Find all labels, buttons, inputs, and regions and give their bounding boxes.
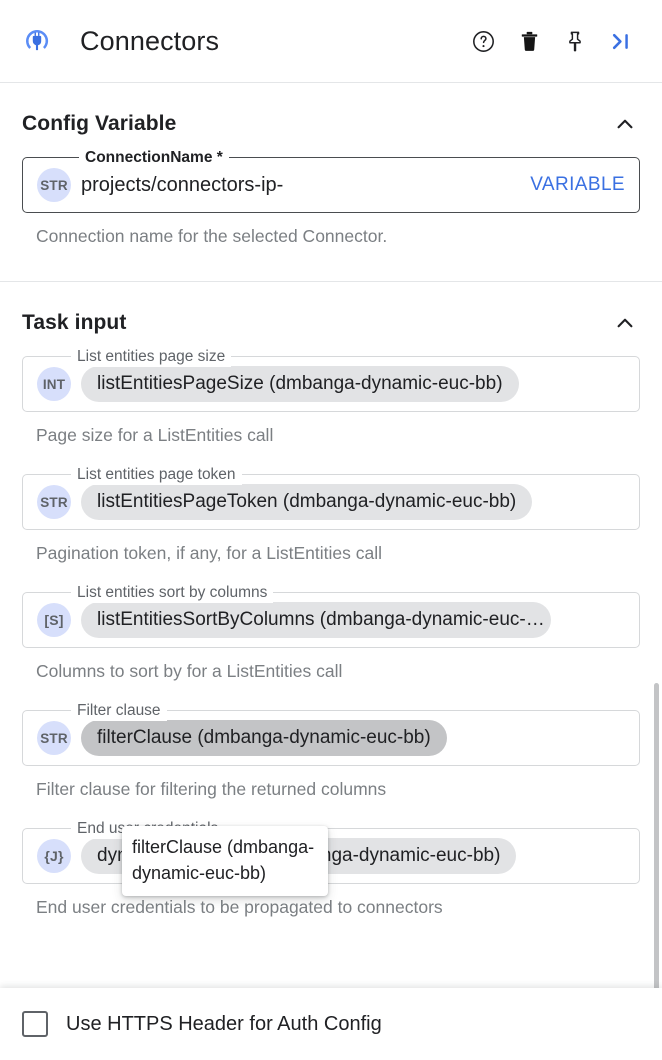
field-filter-clause: Filter clause STR filterClause (dmbanga-… xyxy=(22,710,640,800)
field-label: List entities sort by columns xyxy=(71,583,273,603)
panel-footer: Use HTTPS Header for Auth Config xyxy=(0,988,662,1060)
field-end-user-credentials: End user credentials {J} dynamicAuthConf… xyxy=(22,828,640,918)
value-chip[interactable]: listEntitiesSortByColumns (dmbanga-dynam… xyxy=(81,602,551,638)
connector-plug-icon xyxy=(22,26,52,56)
delete-icon[interactable] xyxy=(506,18,552,64)
type-badge-int: INT xyxy=(37,367,71,401)
list-entities-page-size-input[interactable]: List entities page size INT listEntities… xyxy=(22,356,640,412)
field-list-entities-sort-by-columns: List entities sort by columns [S] listEn… xyxy=(22,592,640,682)
variable-button[interactable]: VARIABLE xyxy=(516,174,625,196)
value-chip[interactable]: listEntitiesPageSize (dmbanga-dynamic-eu… xyxy=(81,366,519,402)
help-icon[interactable] xyxy=(460,18,506,64)
section-header-task-input[interactable]: Task input xyxy=(22,282,640,350)
connectors-side-panel: Connectors xyxy=(0,0,662,1060)
collapse-panel-icon[interactable] xyxy=(598,18,644,64)
field-list-entities-page-token: List entities page token STR listEntitie… xyxy=(22,474,640,564)
section-title: Task input xyxy=(22,311,126,335)
scrollbar-track[interactable] xyxy=(654,166,662,916)
section-gap xyxy=(0,247,662,281)
panel-body: Config Variable ConnectionName * STR pro… xyxy=(0,83,662,988)
connection-name-value: projects/connectors-ip- xyxy=(81,174,516,197)
field-list-entities-page-size: List entities page size INT listEntities… xyxy=(22,356,640,446)
list-entities-page-token-input[interactable]: List entities page token STR listEntitie… xyxy=(22,474,640,530)
scrollbar-thumb[interactable] xyxy=(654,683,659,988)
type-badge-list: [S] xyxy=(37,603,71,637)
field-label: List entities page token xyxy=(71,465,242,485)
section-title: Config Variable xyxy=(22,112,176,136)
type-badge-str: STR xyxy=(37,168,71,202)
end-user-credentials-input[interactable]: End user credentials {J} dynamicAuthConf… xyxy=(22,828,640,884)
field-label: List entities page size xyxy=(71,347,231,367)
pin-icon[interactable] xyxy=(552,18,598,64)
use-https-header-checkbox[interactable] xyxy=(22,1011,48,1037)
scroll-region[interactable]: Config Variable ConnectionName * STR pro… xyxy=(0,83,662,988)
type-badge-str: STR xyxy=(37,721,71,755)
section-header-config-variable[interactable]: Config Variable xyxy=(22,83,640,151)
connection-name-input[interactable]: ConnectionName * STR projects/connectors… xyxy=(22,157,640,213)
type-badge-json: {J} xyxy=(37,839,71,873)
field-helper: Page size for a ListEntities call xyxy=(36,424,640,446)
page-title: Connectors xyxy=(80,26,219,57)
field-connection-name: ConnectionName * STR projects/connectors… xyxy=(22,157,640,247)
type-badge-str: STR xyxy=(37,485,71,519)
connection-name-label: ConnectionName * xyxy=(79,148,229,168)
value-chip[interactable]: listEntitiesPageToken (dmbanga-dynamic-e… xyxy=(81,484,532,520)
chevron-up-icon[interactable] xyxy=(610,109,640,139)
field-helper: End user credentials to be propagated to… xyxy=(36,896,640,918)
connection-name-helper: Connection name for the selected Connect… xyxy=(36,225,640,247)
section-config-variable: Config Variable ConnectionName * STR pro… xyxy=(0,83,662,247)
chevron-up-icon[interactable] xyxy=(610,308,640,338)
use-https-header-label: Use HTTPS Header for Auth Config xyxy=(66,1013,382,1036)
panel-header: Connectors xyxy=(0,0,662,83)
value-tooltip: filterClause (dmbanga-dynamic-euc-bb) xyxy=(122,826,328,896)
list-entities-sort-by-columns-input[interactable]: List entities sort by columns [S] listEn… xyxy=(22,592,640,648)
value-chip[interactable]: filterClause (dmbanga-dynamic-euc-bb) xyxy=(81,720,447,756)
filter-clause-input[interactable]: Filter clause STR filterClause (dmbanga-… xyxy=(22,710,640,766)
field-helper: Pagination token, if any, for a ListEnti… xyxy=(36,542,640,564)
field-label: Filter clause xyxy=(71,701,167,721)
section-task-input: Task input List entities page size INT l… xyxy=(0,282,662,918)
field-helper: Columns to sort by for a ListEntities ca… xyxy=(36,660,640,682)
field-helper: Filter clause for filtering the returned… xyxy=(36,778,640,800)
